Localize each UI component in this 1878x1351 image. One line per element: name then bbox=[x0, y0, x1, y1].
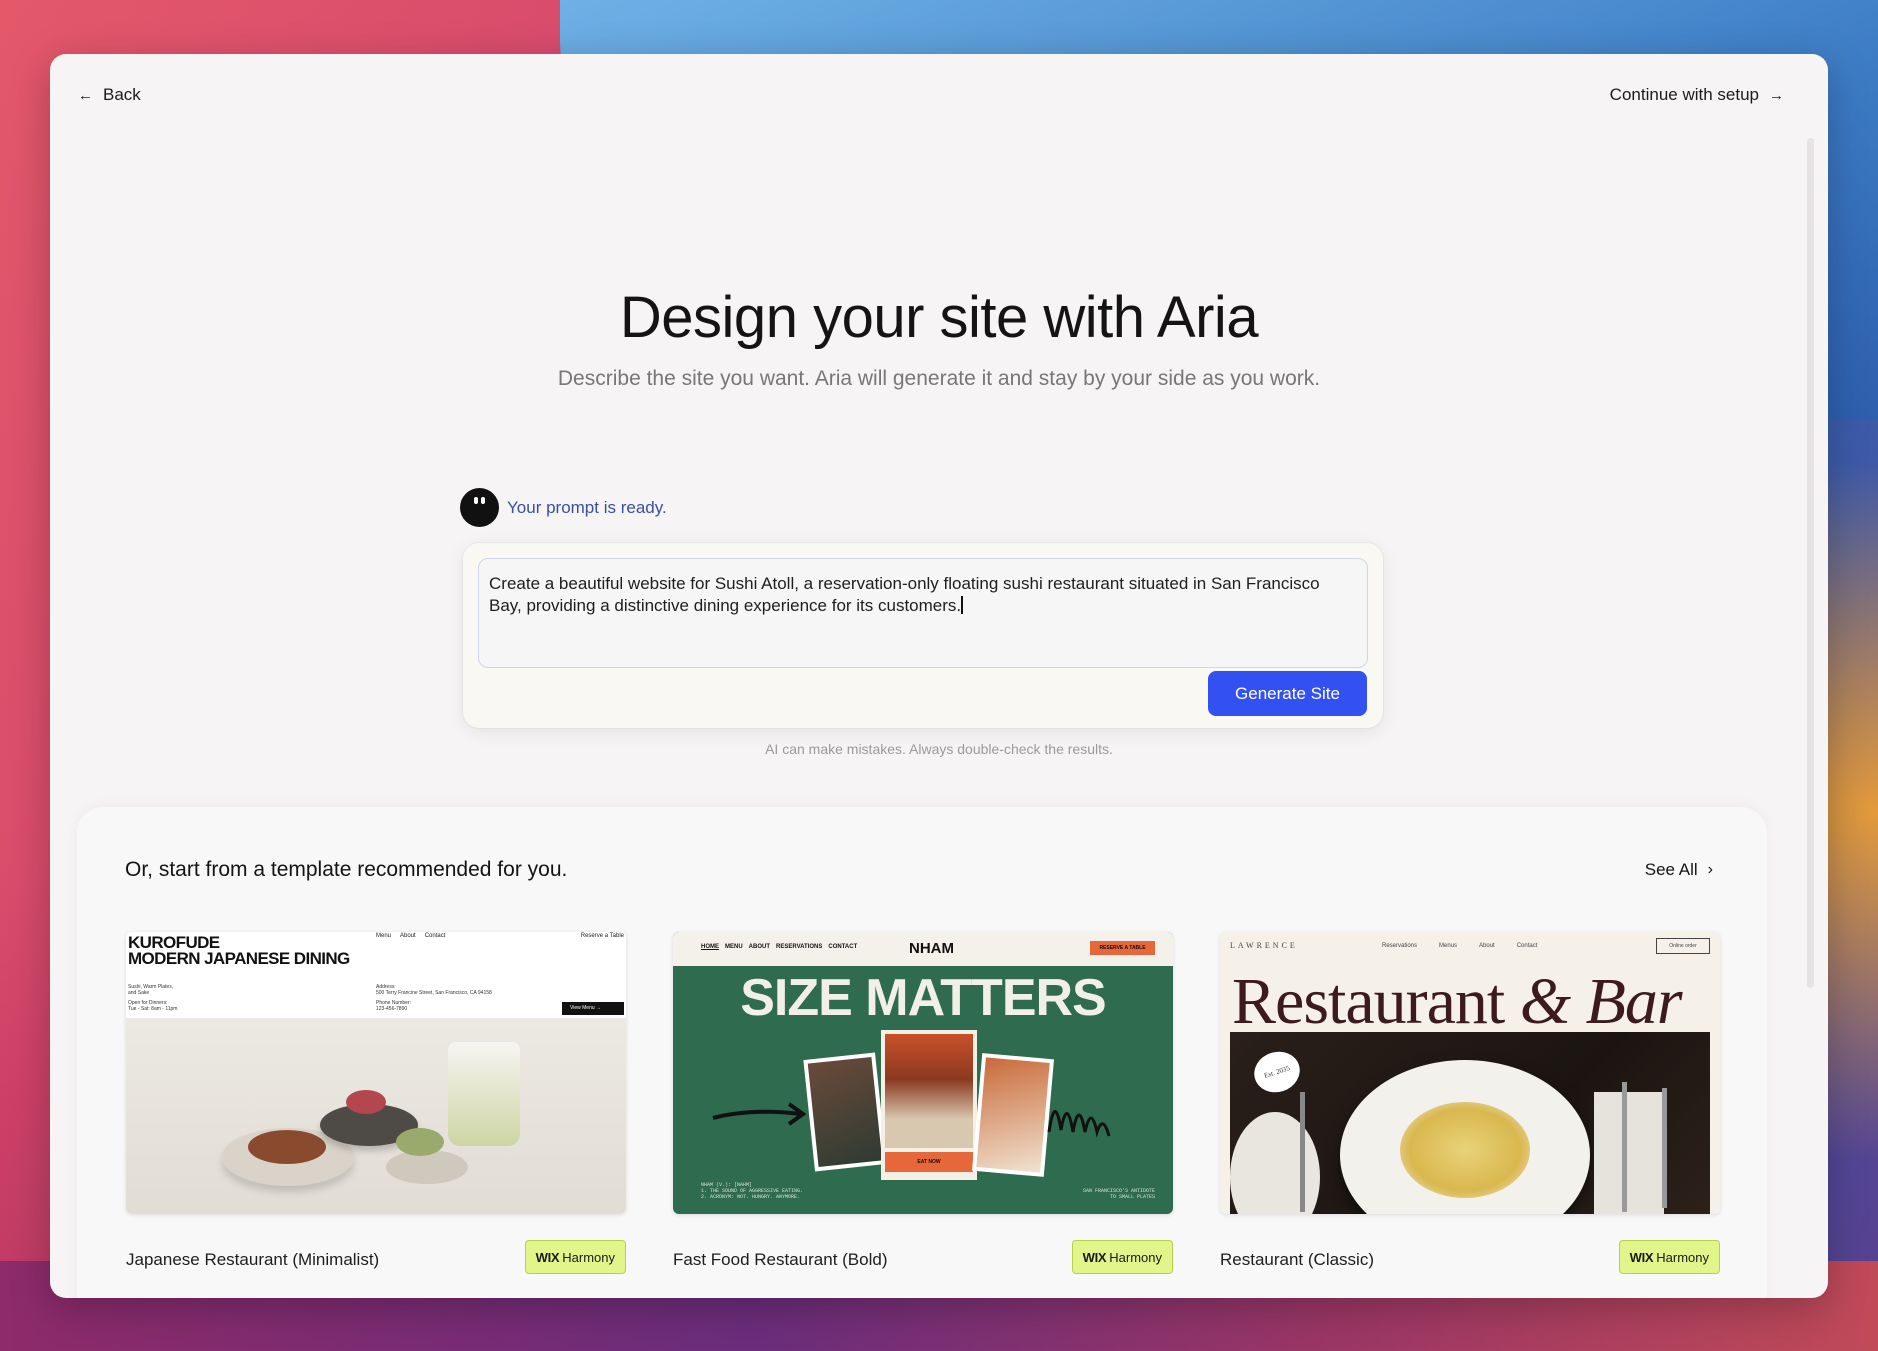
prompt-status-text: Your prompt is ready. bbox=[507, 497, 667, 517]
wix-harmony-badge: WIX Harmony bbox=[524, 1240, 626, 1274]
ai-disclaimer: AI can make mistakes. Always double-chec… bbox=[765, 741, 1113, 757]
generate-site-button[interactable]: Generate Site bbox=[1208, 671, 1367, 716]
photo-card bbox=[803, 1052, 887, 1172]
chevron-right-icon: › bbox=[1707, 861, 1713, 878]
continue-label: Continue with setup bbox=[1609, 85, 1759, 104]
scrollbar[interactable] bbox=[1807, 138, 1814, 988]
template-thumbnail[interactable]: KUROFUDE MODERN JAPANESE DINING Menu Abo… bbox=[126, 932, 626, 1214]
thumb-nav: HOME MENU ABOUT RESERVATIONS CONTACT bbox=[701, 944, 858, 950]
back-button[interactable]: ← Back bbox=[78, 85, 141, 105]
thumb-reserve: RESERVE A TABLE bbox=[1090, 941, 1155, 955]
template-thumbnail[interactable]: LAWRENCE Reservations Menus About Contac… bbox=[1220, 932, 1720, 1214]
templates-heading: Or, start from a template recommended fo… bbox=[125, 858, 568, 881]
food-photo bbox=[1230, 1032, 1710, 1214]
template-card-fast-food[interactable]: HOME MENU ABOUT RESERVATIONS CONTACT NHA… bbox=[673, 932, 1173, 1274]
template-name: Restaurant (Classic) bbox=[1220, 1250, 1374, 1269]
text-caret bbox=[961, 596, 963, 614]
thumb-brand: KUROFUDE MODERN JAPANESE DINING bbox=[128, 933, 350, 968]
template-name: Fast Food Restaurant (Bold) bbox=[673, 1250, 888, 1269]
thumb-foot-right: SAN FRANCISCO'S ANTIDOTE TO SMALL PLATES bbox=[1082, 1188, 1155, 1200]
prompt-input[interactable]: Create a beautiful website for Sushi Ato… bbox=[478, 558, 1368, 668]
page-title: Design your site with Aria bbox=[619, 285, 1259, 350]
back-label: Back bbox=[103, 85, 141, 104]
app-window: ← Back Continue with setup → Design your… bbox=[50, 54, 1828, 1298]
thumb-header: KUROFUDE MODERN JAPANESE DINING Menu Abo… bbox=[126, 932, 626, 1018]
thumb-logo: LAWRENCE bbox=[1230, 941, 1298, 950]
scribble-doodle bbox=[1047, 1110, 1111, 1138]
template-card-classic[interactable]: LAWRENCE Reservations Menus About Contac… bbox=[1220, 932, 1720, 1274]
food-photo bbox=[126, 1018, 626, 1214]
wix-harmony-badge: WIX Harmony bbox=[1618, 1240, 1720, 1274]
photo-card-center: EAT NOW bbox=[881, 1030, 977, 1180]
prompt-status: Your prompt is ready. bbox=[460, 488, 667, 527]
arrow-left-icon: ← bbox=[78, 86, 93, 104]
thumb-info-left: Sushi, Warm Plates, and Sake Open for Di… bbox=[128, 984, 178, 1012]
thumb-nav: Menu About Contact bbox=[376, 933, 446, 939]
template-card-japanese[interactable]: KUROFUDE MODERN JAPANESE DINING Menu Abo… bbox=[126, 932, 626, 1274]
template-thumbnail[interactable]: HOME MENU ABOUT RESERVATIONS CONTACT NHA… bbox=[673, 932, 1173, 1214]
arrow-doodle bbox=[712, 1102, 807, 1126]
prompt-text: Create a beautiful website for Sushi Ato… bbox=[489, 574, 1320, 615]
thumb-headline: Restaurant & Bar bbox=[1232, 965, 1683, 1038]
aria-avatar-icon bbox=[460, 488, 499, 527]
see-all-button[interactable]: See All › bbox=[1645, 860, 1713, 880]
wix-harmony-badge: WIX Harmony bbox=[1071, 1240, 1173, 1274]
thumb-logo: NHAM bbox=[909, 940, 954, 957]
continue-setup-button[interactable]: Continue with setup → bbox=[1610, 85, 1784, 105]
thumb-foot-left: NHAM (V.): [NAHM] 1. THE SOUND OF AGGRES… bbox=[701, 1182, 804, 1200]
template-name: Japanese Restaurant (Minimalist) bbox=[126, 1250, 380, 1269]
see-all-label: See All bbox=[1644, 860, 1698, 879]
thumb-menu-button: View Menu → bbox=[562, 1002, 624, 1015]
thumb-order-button: Online order bbox=[1656, 938, 1710, 954]
thumb-headline: SIZE MATTERS bbox=[740, 969, 1106, 1027]
thumb-nav: Reservations Menus About Contact bbox=[1382, 943, 1538, 949]
thumb-header: HOME MENU ABOUT RESERVATIONS CONTACT NHA… bbox=[673, 932, 1173, 966]
thumb-info-right: Address: 500 Terry Francine Street, San … bbox=[376, 984, 492, 1012]
arrow-right-icon: → bbox=[1769, 86, 1784, 104]
page-subtitle: Describe the site you want. Aria will ge… bbox=[557, 367, 1321, 390]
thumb-reserve: Reserve a Table bbox=[580, 933, 624, 939]
prompt-card: Create a beautiful website for Sushi Ato… bbox=[463, 543, 1383, 728]
photo-card bbox=[971, 1053, 1055, 1177]
